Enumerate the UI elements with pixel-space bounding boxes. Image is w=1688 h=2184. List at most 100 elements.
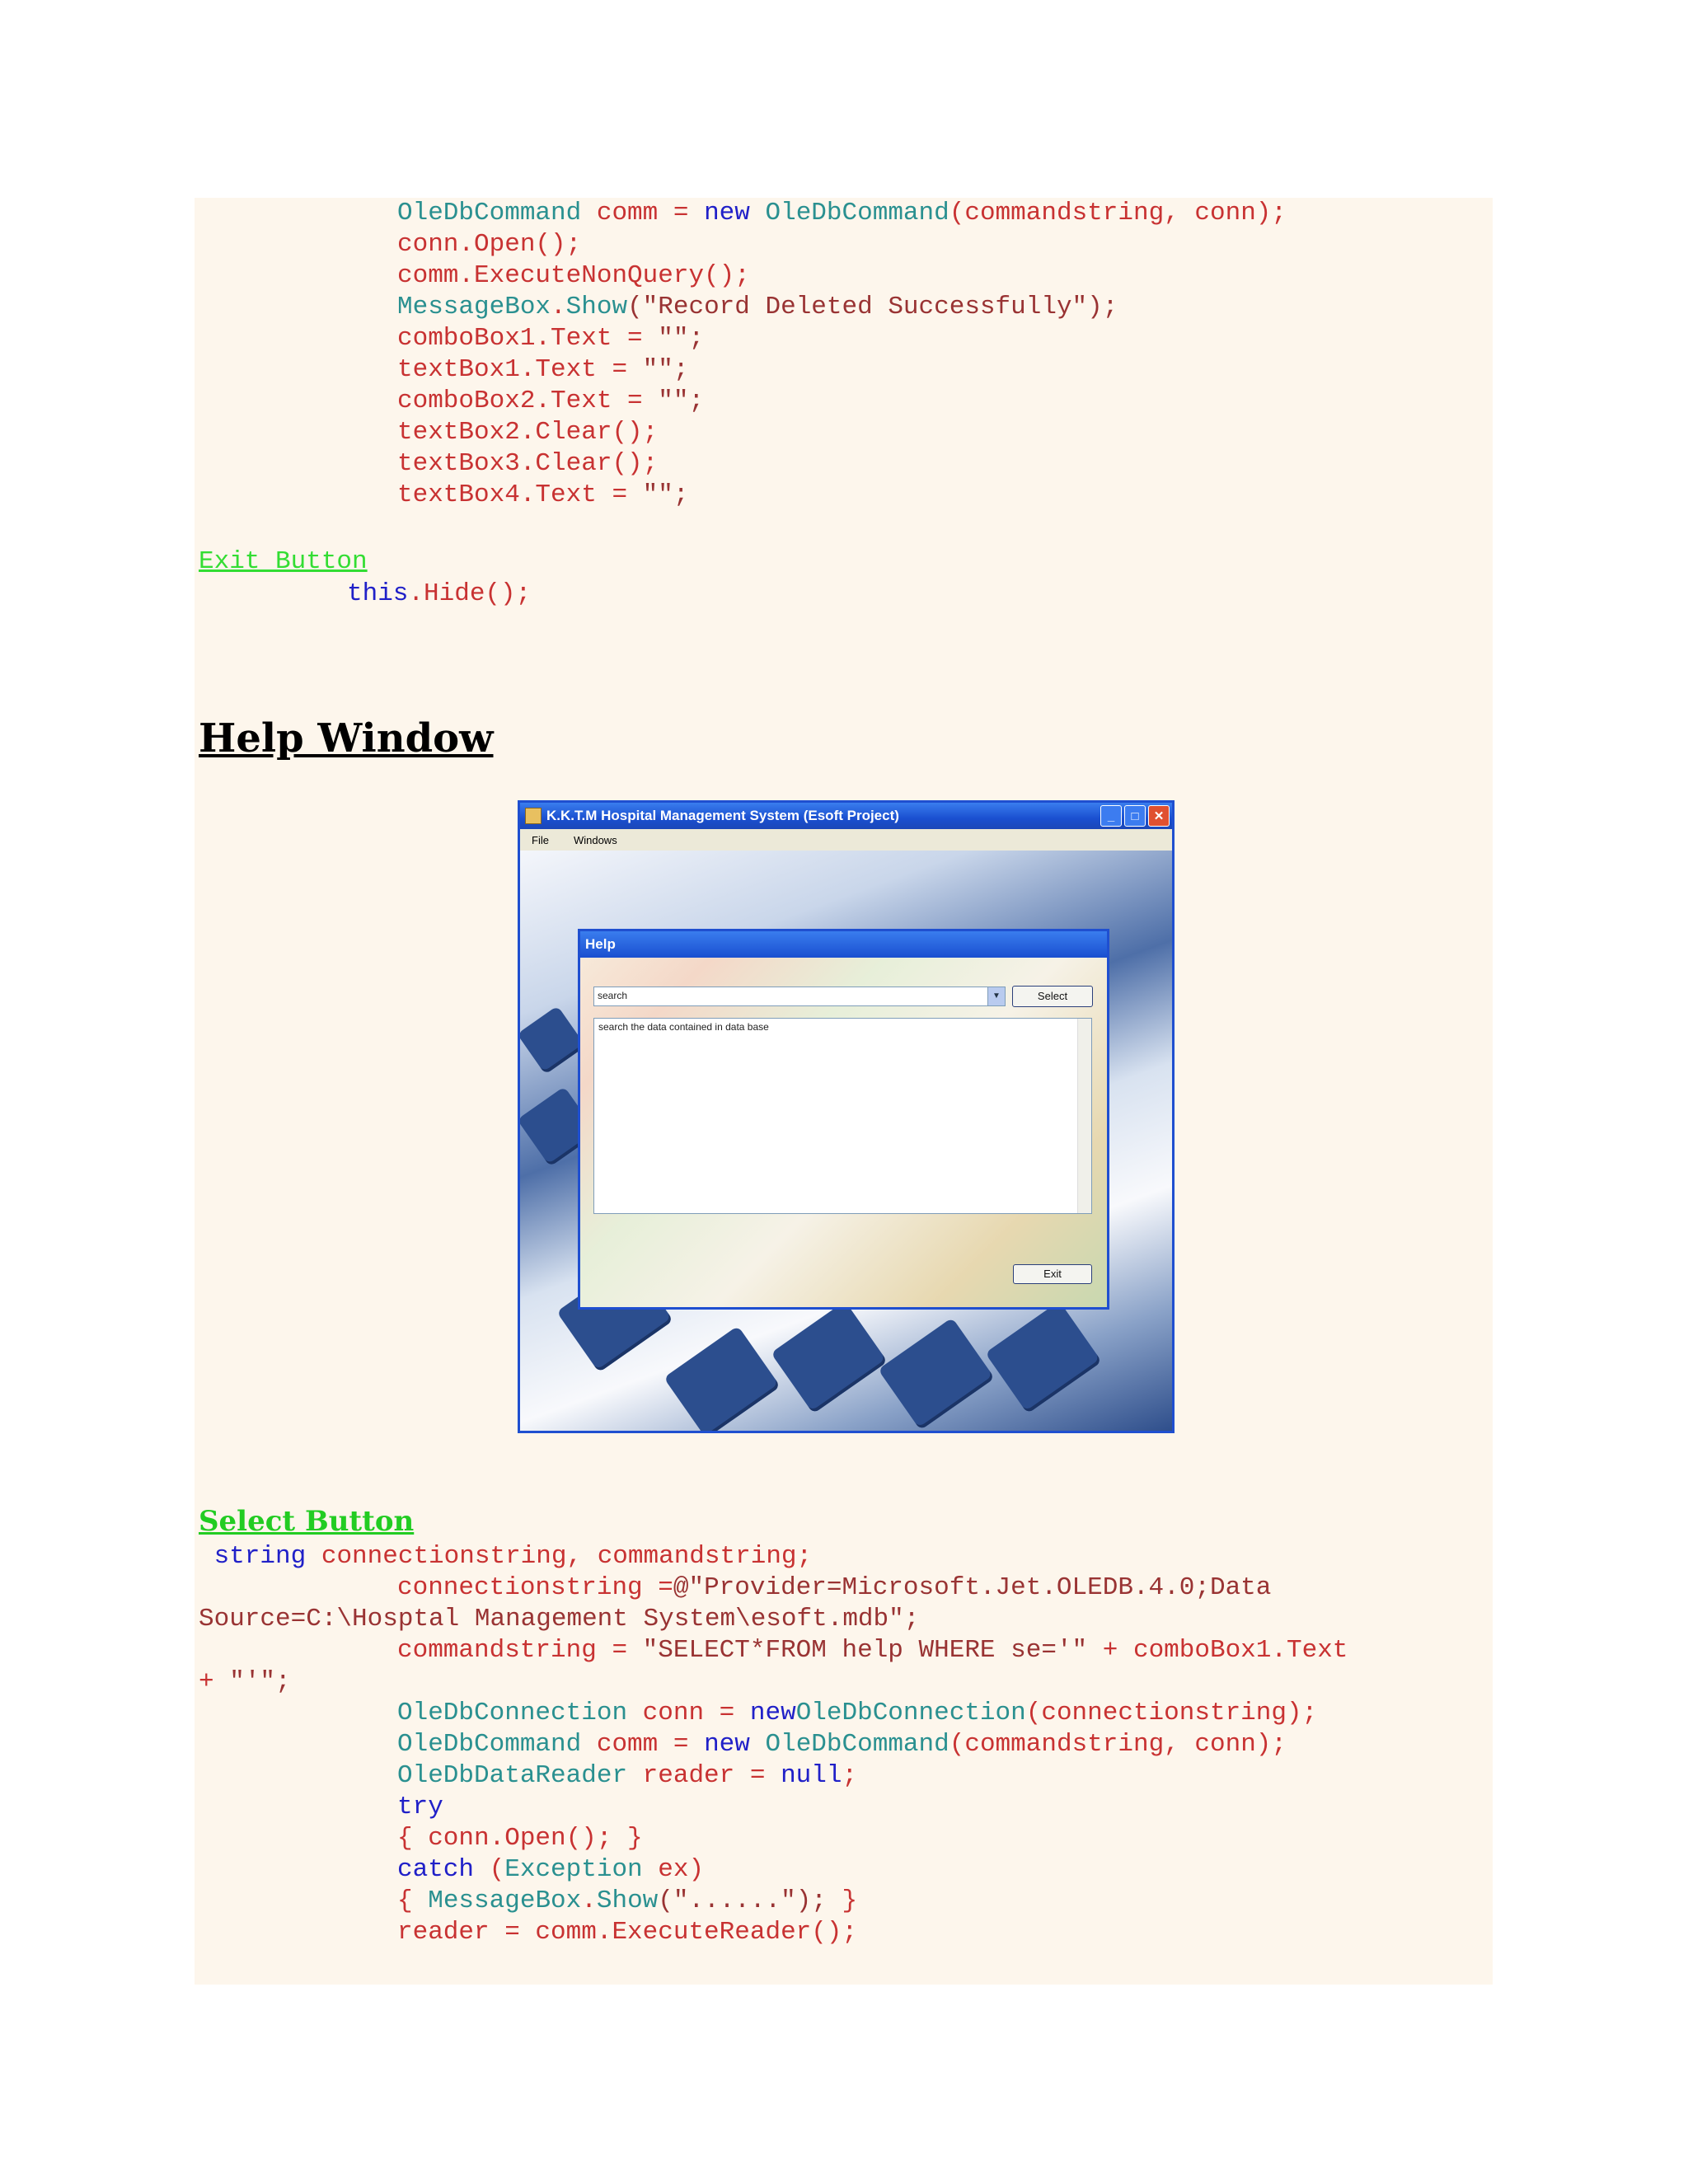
- code-token: textBox2.Clear();: [397, 418, 659, 447]
- code-token: textBox1.Text =: [397, 355, 643, 384]
- code-line: try: [199, 1792, 1348, 1823]
- code-token: reader =: [627, 1761, 781, 1790]
- code-line: comboBox1.Text = "";: [397, 323, 1287, 354]
- code-token: OleDbCommand: [397, 1730, 582, 1759]
- maximize-icon[interactable]: □: [1124, 805, 1146, 827]
- window-titlebar: K.K.T.M Hospital Management System (Esof…: [520, 803, 1172, 829]
- code-token: try: [397, 1793, 443, 1821]
- help-text-area[interactable]: search the data contained in data base: [593, 1018, 1092, 1214]
- code-token: MessageBox: [428, 1886, 582, 1915]
- code-token: this: [347, 579, 409, 608]
- code-token: OleDbConnection: [397, 1699, 628, 1727]
- code-line: { MessageBox.Show("......"); }: [199, 1886, 1348, 1917]
- code-token: comboBox2.Text =: [397, 387, 659, 415]
- code-token: catch: [397, 1855, 475, 1884]
- code-line: commandstring = "SELECT*FROM help WHERE …: [199, 1635, 1348, 1666]
- code-token: new: [749, 1699, 796, 1727]
- code-line: Source=C:\Hosptal Management System\esof…: [199, 1604, 1348, 1635]
- code-token: "";: [658, 324, 705, 353]
- code-line: + "'";: [199, 1666, 1348, 1698]
- search-combobox[interactable]: search ▼: [593, 987, 1006, 1006]
- code-line: OleDbConnection conn = newOleDbConnectio…: [199, 1698, 1348, 1729]
- code-token: "";: [642, 355, 689, 384]
- help-dialog: Help search ▼ Select search the data con…: [578, 929, 1109, 1310]
- code-line: textBox1.Text = "";: [397, 354, 1287, 386]
- code-line: comboBox2.Text = "";: [397, 386, 1287, 417]
- code-token: .: [581, 1886, 597, 1915]
- close-icon[interactable]: ✕: [1148, 805, 1170, 827]
- code-token: OleDbCommand: [397, 199, 582, 227]
- code-token: connectionstring =: [397, 1573, 673, 1602]
- code-token: Show: [596, 1886, 659, 1915]
- code-block-delete: OleDbCommand comm = new OleDbCommand(com…: [397, 198, 1287, 511]
- code-token: "SELECT*FROM help WHERE se='": [642, 1636, 1088, 1665]
- code-token: ;: [842, 1761, 858, 1790]
- code-token: (commandstring, conn);: [949, 199, 1287, 227]
- code-block-select: string connectionstring, commandstring; c…: [199, 1541, 1348, 1948]
- minimize-icon[interactable]: _: [1100, 805, 1122, 827]
- code-token: .: [551, 293, 566, 321]
- code-line: string connectionstring, commandstring;: [199, 1541, 1348, 1572]
- code-token: Show: [565, 293, 628, 321]
- code-token: .Hide();: [408, 579, 532, 608]
- code-token: connectionstring, commandstring;: [306, 1542, 813, 1571]
- code-line: OleDbCommand comm = new OleDbCommand(com…: [199, 1729, 1348, 1760]
- code-token: new: [704, 199, 750, 227]
- keyboard-key: [878, 1317, 995, 1431]
- code-token: reader = comm.ExecuteReader();: [397, 1918, 858, 1947]
- code-line: catch (Exception ex): [199, 1854, 1348, 1886]
- exit-button[interactable]: Exit: [1013, 1264, 1092, 1284]
- code-token: Exception: [504, 1855, 643, 1884]
- code-token: Source=C:\Hosptal Management System\esof…: [199, 1605, 920, 1633]
- code-line: comm.ExecuteNonQuery();: [397, 260, 1287, 292]
- code-token: conn =: [627, 1699, 750, 1727]
- chevron-down-icon[interactable]: ▼: [987, 987, 1005, 1005]
- code-token: +: [199, 1667, 230, 1696]
- code-token: OleDbDataReader: [397, 1761, 628, 1790]
- code-token: "'";: [229, 1667, 291, 1696]
- code-token: comm.ExecuteNonQuery();: [397, 261, 750, 290]
- window-title: K.K.T.M Hospital Management System (Esof…: [546, 808, 899, 823]
- app-window-screenshot: K.K.T.M Hospital Management System (Esof…: [518, 800, 1175, 1433]
- menu-windows[interactable]: Windows: [574, 834, 617, 846]
- code-line: textBox2.Clear();: [397, 417, 1287, 448]
- help-text-content: search the data contained in data base: [598, 1021, 769, 1033]
- code-line: conn.Open();: [397, 229, 1287, 260]
- code-token: {: [397, 1886, 429, 1915]
- code-token: ("Record Deleted Successfully");: [627, 293, 1118, 321]
- code-token: }: [826, 1886, 858, 1915]
- code-token: @"Provider=Microsoft.Jet.OLEDB.4.0;Data: [673, 1573, 1272, 1602]
- code-line: { conn.Open(); }: [199, 1823, 1348, 1854]
- code-token: new: [704, 1730, 750, 1759]
- keyboard-key: [985, 1301, 1102, 1414]
- scrollbar[interactable]: [1077, 1019, 1091, 1213]
- select-button-heading: Select Button: [199, 1505, 415, 1538]
- code-token: (commandstring, conn);: [949, 1730, 1287, 1759]
- code-token: ("......");: [658, 1886, 827, 1915]
- code-token: (: [474, 1855, 505, 1884]
- code-line: reader = comm.ExecuteReader();: [199, 1917, 1348, 1948]
- code-token: null: [781, 1761, 842, 1790]
- code-token: "";: [642, 480, 689, 509]
- select-button[interactable]: Select: [1012, 986, 1093, 1007]
- code-token: MessageBox: [397, 293, 551, 321]
- code-token: "";: [658, 387, 705, 415]
- code-token: comboBox1.Text =: [397, 324, 659, 353]
- exit-button-link[interactable]: Exit Button: [199, 547, 368, 576]
- code-token: textBox4.Text =: [397, 480, 643, 509]
- code-token: OleDbCommand: [765, 1730, 950, 1759]
- keyboard-key: [771, 1301, 888, 1414]
- code-token: + comboBox1.Text: [1087, 1636, 1348, 1665]
- app-icon: [525, 808, 542, 824]
- code-line: connectionstring =@"Provider=Microsoft.J…: [199, 1572, 1348, 1604]
- code-line: OleDbCommand comm = new OleDbCommand(com…: [397, 198, 1287, 229]
- code-token: { conn.Open(); }: [397, 1824, 643, 1853]
- code-token: string: [199, 1542, 307, 1571]
- menu-file[interactable]: File: [532, 834, 549, 846]
- code-token: comm =: [581, 1730, 705, 1759]
- menu-bar: File Windows: [520, 829, 1172, 851]
- code-line: textBox4.Text = "";: [397, 480, 1287, 511]
- help-dialog-body: search ▼ Select search the data containe…: [580, 958, 1107, 1307]
